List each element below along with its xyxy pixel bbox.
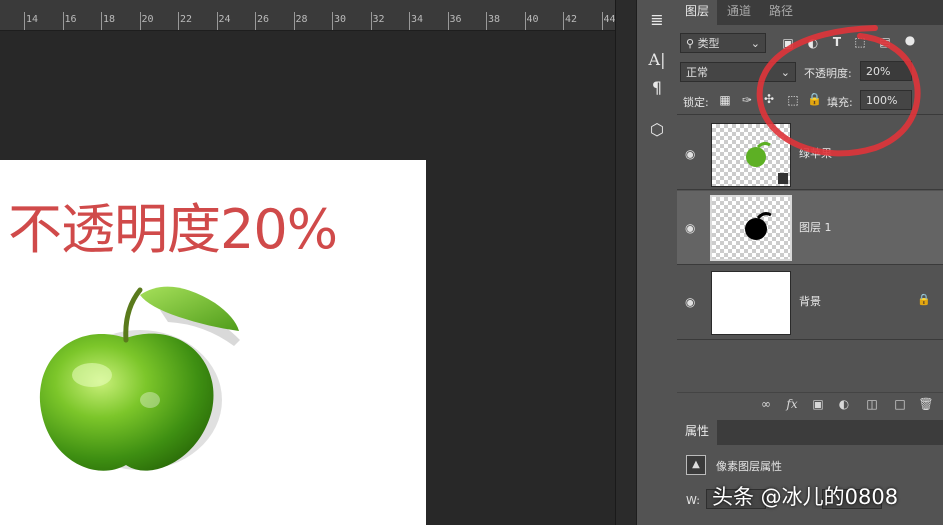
ruler-tick-label: 16 (64, 14, 77, 25)
ruler-tick-label: 32 (372, 14, 385, 25)
ruler-tick-label: 24 (218, 14, 231, 25)
trash-icon[interactable]: 🗑 (917, 397, 935, 411)
ruler-tick (332, 12, 333, 30)
ruler-tick-label: 34 (411, 14, 424, 25)
link-layers-icon[interactable]: ∞ (757, 397, 775, 411)
tab-properties[interactable]: 属性 (677, 420, 718, 445)
smart-object-badge-icon (778, 173, 788, 184)
ruler-tick (216, 12, 218, 30)
paragraph-icon[interactable]: ¶ (637, 78, 677, 97)
3d-cube-icon[interactable]: ⬡ (637, 120, 677, 139)
layer-filter-value: 类型 (697, 37, 720, 50)
layer-name: 背景 (799, 295, 821, 308)
new-layer-icon[interactable]: □ (891, 397, 909, 411)
ruler-tick-label: 14 (26, 14, 39, 25)
ruler-tick (486, 12, 487, 30)
ruler-tick-label: 28 (295, 14, 308, 25)
character-icon[interactable]: A| (637, 50, 677, 69)
apple-silhouette-thumbnail (745, 212, 772, 240)
ruler-tick (601, 12, 603, 30)
properties-title: 像素图层属性 (716, 460, 782, 473)
annotation-circle (756, 25, 921, 157)
ruler-tick-label: 44 (603, 14, 616, 25)
ruler-tick (62, 12, 64, 30)
properties-panel-tabs: 属性 (677, 420, 943, 445)
ruler-tick-label: 40 (526, 14, 539, 25)
tab-layers[interactable]: 图层 (677, 0, 718, 25)
layer-row[interactable]: ◉ 背景 🔒 (677, 265, 943, 338)
ruler-tick-label: 36 (449, 14, 462, 25)
layer-thumbnail (711, 271, 791, 335)
horizontal-ruler: 14 16 18 20 22 24 26 28 30 32 34 36 38 40 42 44 (0, 0, 615, 31)
eye-icon[interactable]: ◉ (685, 295, 699, 309)
panel-dock-strip: ≣ A| ¶ ⬡ (636, 0, 678, 525)
ruler-tick (24, 12, 25, 30)
lock-transparency-icon[interactable]: ▦ (718, 93, 732, 107)
ruler-tick (293, 12, 295, 30)
ruler-tick (370, 12, 372, 30)
layers-footer-toolbar: ∞ fx ▣ ◐ ◫ □ 🗑 (677, 392, 943, 419)
ruler-tick (524, 12, 526, 30)
folder-icon[interactable]: ◫ (863, 397, 881, 411)
lock-label: 锁定: (683, 96, 709, 109)
layer-row-selected[interactable]: ◉ 图层 1 (677, 191, 943, 264)
ruler-tick (178, 12, 179, 30)
ruler-tick-label: 42 (565, 14, 578, 25)
apple-body (39, 286, 239, 471)
watermark-text: 头条 @冰儿的0808 (712, 485, 899, 509)
pixel-layer-icon: ▲ (686, 455, 706, 475)
panel-divider (615, 0, 636, 525)
ruler-tick-label: 30 (334, 14, 347, 25)
ruler-tick (563, 12, 564, 30)
ruler-tick (409, 12, 410, 30)
eye-icon[interactable]: ◉ (685, 221, 699, 235)
ruler-tick-label: 18 (103, 14, 116, 25)
ruler-tick-label: 22 (180, 14, 193, 25)
paragraph-align-icon[interactable]: ≣ (637, 10, 677, 29)
search-icon: ⚲ (686, 37, 695, 50)
ruler-tick-label: 26 (257, 14, 270, 25)
ruler-tick-label: 38 (488, 14, 501, 25)
ruler-tick (255, 12, 256, 30)
fx-icon[interactable]: fx (783, 397, 801, 411)
divider (677, 189, 943, 190)
document-canvas[interactable]: 不透明度20% (0, 160, 426, 525)
ruler-tick (447, 12, 449, 30)
layer-name: 图层 1 (799, 221, 832, 234)
ruler-tick-label: 20 (141, 14, 154, 25)
divider (677, 339, 943, 340)
blend-mode-value: 正常 (686, 66, 708, 79)
add-mask-icon[interactable]: ▣ (809, 397, 827, 411)
eye-icon[interactable]: ◉ (685, 147, 699, 161)
adjustment-layer-icon[interactable]: ◐ (835, 397, 853, 411)
lock-icon: 🔒 (917, 293, 931, 306)
apple-illustration (39, 286, 240, 471)
layer-thumbnail (710, 195, 792, 261)
width-label: W: (686, 494, 700, 507)
ruler-tick (101, 12, 102, 30)
ruler-tick (139, 12, 141, 30)
